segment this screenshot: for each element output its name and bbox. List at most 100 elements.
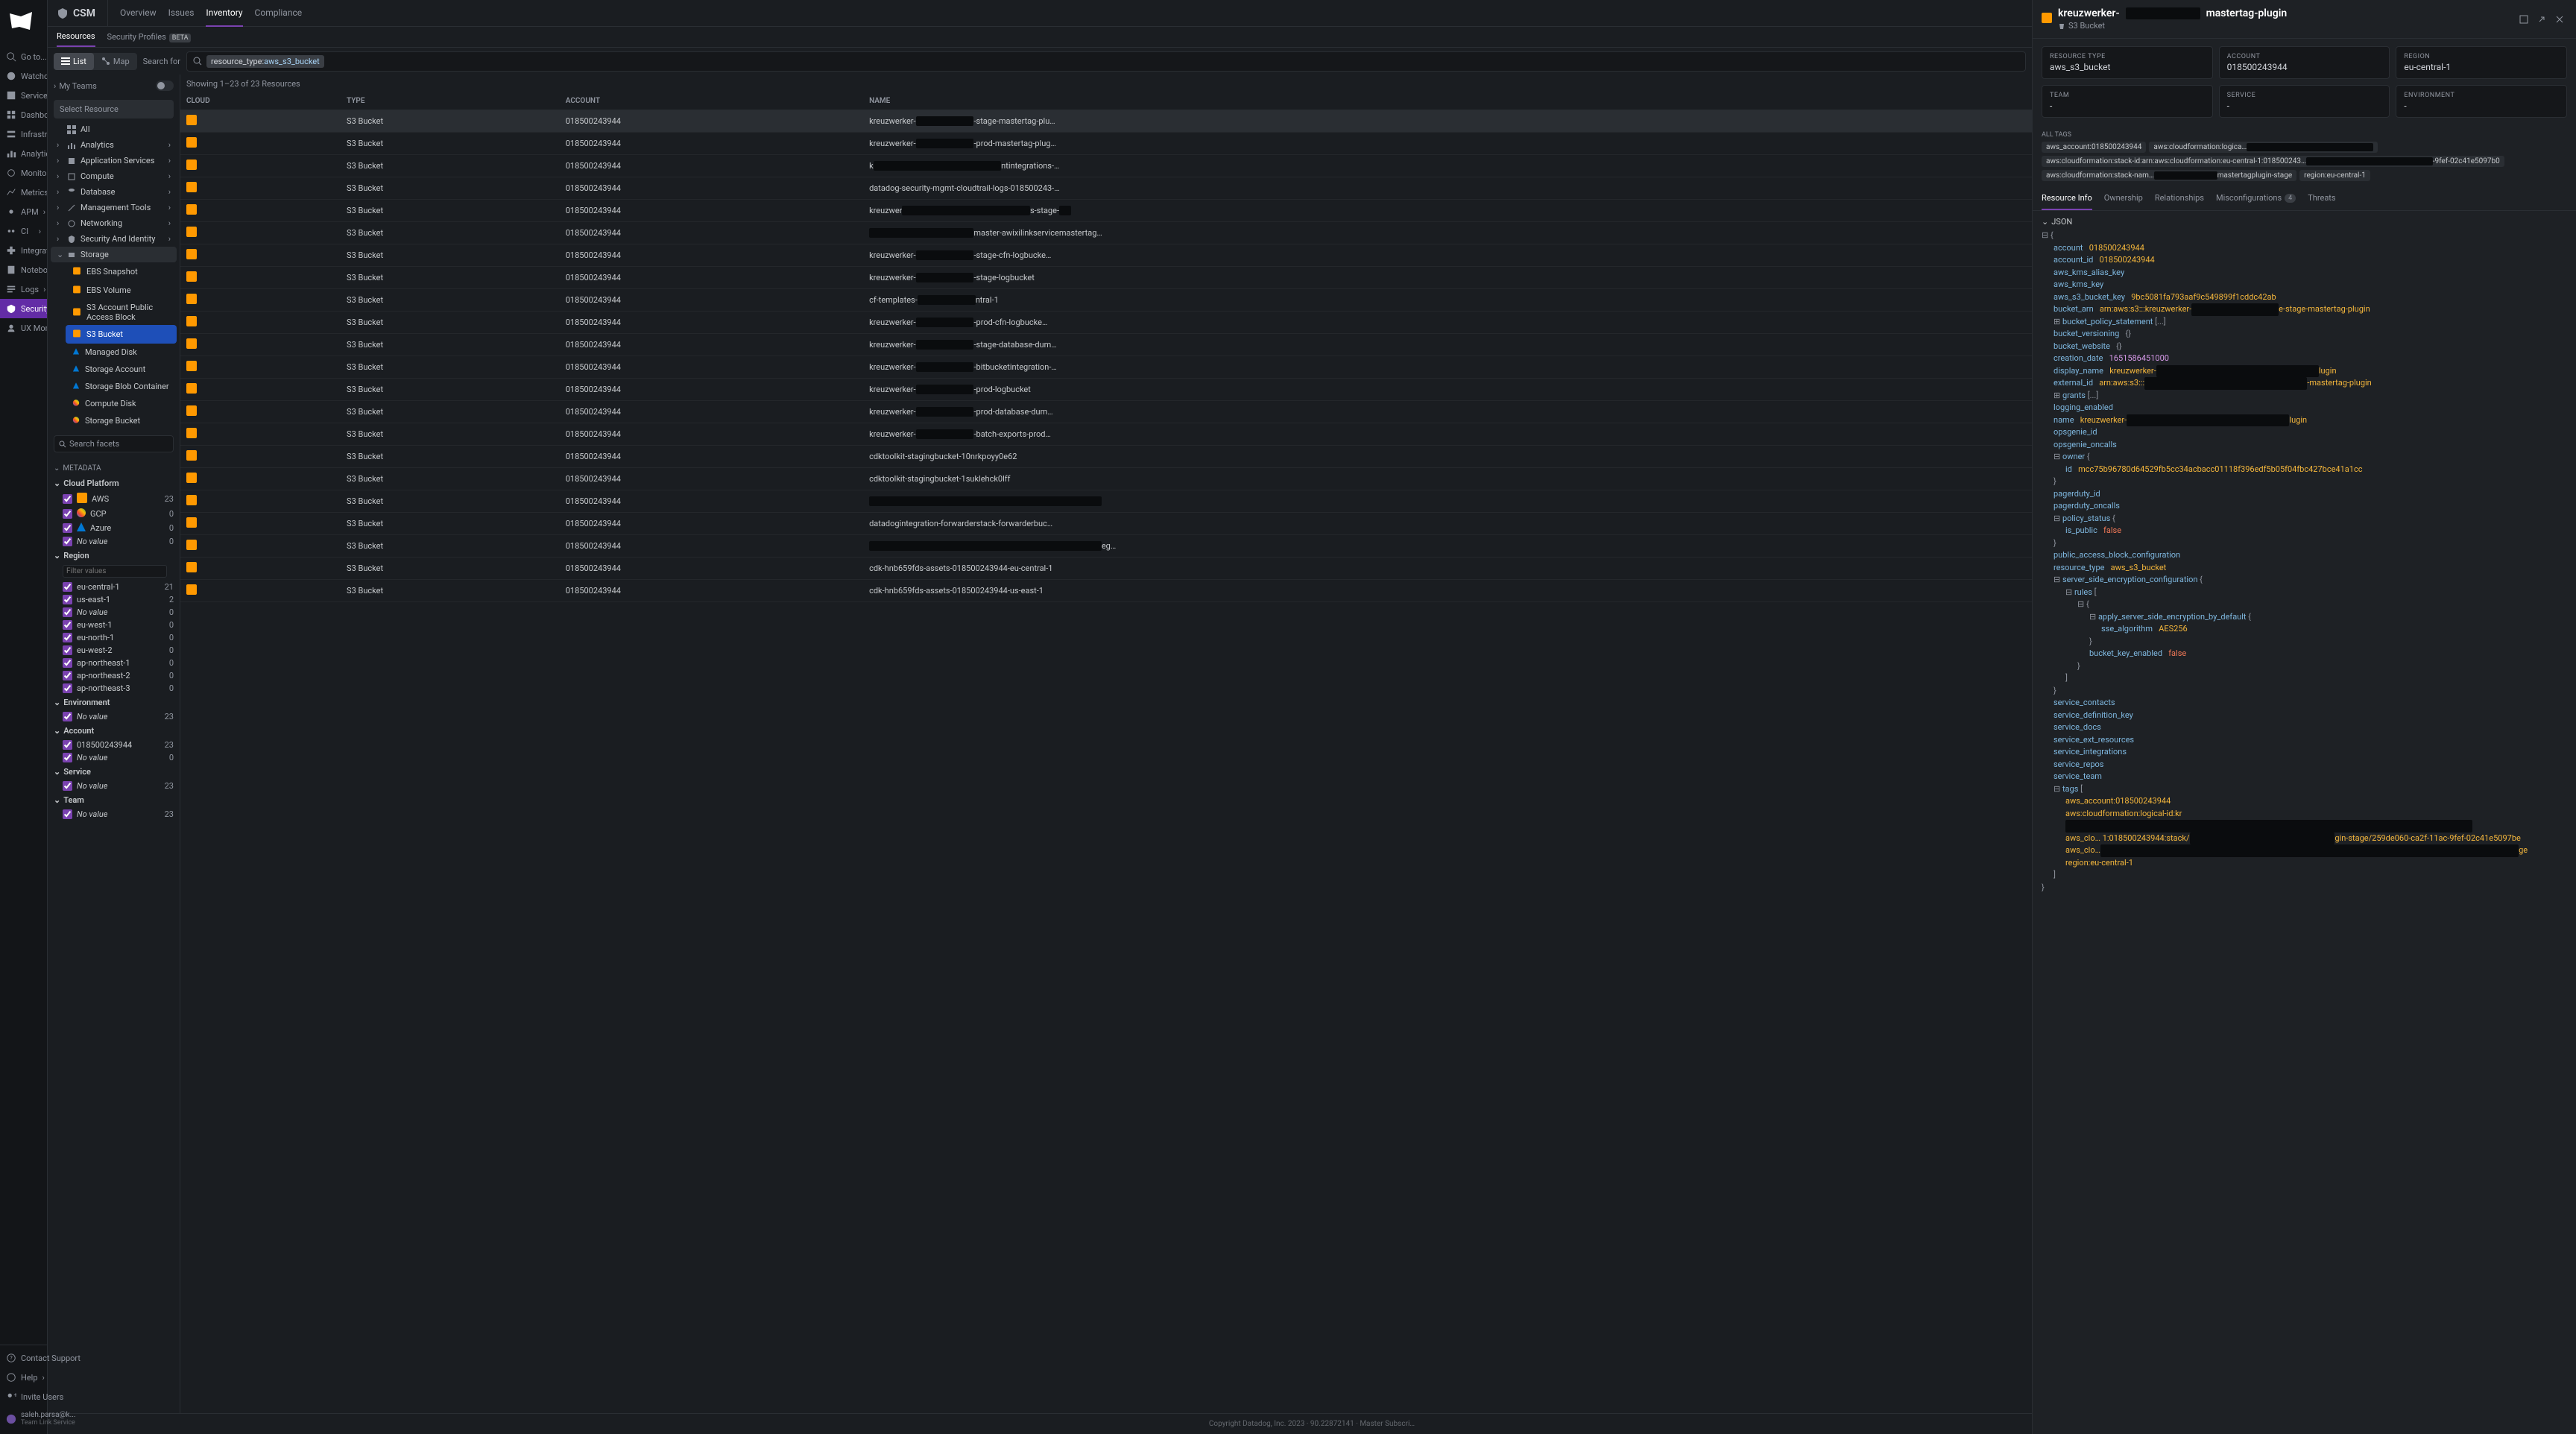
nav-ux-monitoring[interactable]: UX Monitoring› xyxy=(0,318,47,338)
facet-cloud-platform[interactable]: ⌄Cloud Platform xyxy=(54,476,174,491)
nav-dashboards[interactable]: Dashboards› xyxy=(0,105,47,124)
table-row[interactable]: S3 Bucket 018500243944 kreuzwerker-█████… xyxy=(180,334,2032,356)
col-name[interactable]: NAME xyxy=(863,92,2032,110)
facet-cloud-novalue[interactable]: No value0 xyxy=(54,535,174,548)
nav-service-mgmt[interactable]: Service Mgmt› xyxy=(0,86,47,105)
tree-mgmt-tools[interactable]: ›Management Tools› xyxy=(51,200,177,215)
facet-service-novalue[interactable]: No value23 xyxy=(54,780,174,792)
col-account[interactable]: ACCOUNT xyxy=(560,92,863,110)
facet-account[interactable]: ⌄Account xyxy=(54,723,174,739)
tree-s3-bucket[interactable]: S3 Bucket xyxy=(66,325,177,344)
tree-security-identity[interactable]: ›Security And Identity› xyxy=(51,231,177,247)
nav-logs[interactable]: Logs› xyxy=(0,279,47,299)
detail-tab-ownership[interactable]: Ownership xyxy=(2104,187,2143,210)
table-row[interactable]: S3 Bucket 018500243944 cdktoolkit-stagin… xyxy=(180,468,2032,490)
select-resource-dropdown[interactable]: Select Resource xyxy=(54,100,174,119)
nav-apm[interactable]: APM› xyxy=(0,202,47,221)
facet-env-novalue[interactable]: No value23 xyxy=(54,710,174,723)
tree-analytics[interactable]: ›Analytics› xyxy=(51,137,177,153)
table-row[interactable]: S3 Bucket 018500243944 kreuzwerker-█████… xyxy=(180,356,2032,379)
json-viewer[interactable]: ⌄JSON ⊟ { account 018500243944 account_i… xyxy=(2033,211,2576,1434)
facet-account-item[interactable]: 01850024394423 xyxy=(54,739,174,751)
nav-watchdog[interactable]: Watchdog xyxy=(0,66,47,86)
facet-team-novalue[interactable]: No value23 xyxy=(54,808,174,821)
tree-ebs-volume[interactable]: EBS Volume xyxy=(66,281,177,300)
search-input[interactable]: resource_type:aws_s3_bucket xyxy=(186,51,2026,72)
search-filter-chip[interactable]: resource_type:aws_s3_bucket xyxy=(206,55,324,68)
nav-analytics[interactable]: Analytics xyxy=(0,144,47,163)
facet-region-item[interactable]: eu-central-121 xyxy=(54,581,174,593)
tree-managed-disk[interactable]: Managed Disk xyxy=(66,344,177,361)
tree-app-services[interactable]: ›Application Services› xyxy=(51,153,177,168)
nav-metrics[interactable]: Metrics› xyxy=(0,183,47,202)
nav-monitors[interactable]: Monitors› xyxy=(0,163,47,183)
col-cloud[interactable]: CLOUD xyxy=(180,92,341,110)
tag-chip[interactable]: region:eu-central-1 xyxy=(2299,170,2370,181)
detail-tab-threats[interactable]: Threats xyxy=(2308,187,2335,210)
nav-user-profile[interactable]: saleh.parsa@k...Team Link Service xyxy=(0,1406,47,1431)
table-row[interactable]: S3 Bucket 018500243944 kreuzwerker-█████… xyxy=(180,133,2032,155)
resources-table-container[interactable]: CLOUD TYPE ACCOUNT NAME S3 Bucket 018500… xyxy=(180,92,2032,1413)
nav-notebooks[interactable]: Notebooks› xyxy=(0,260,47,279)
facet-gcp[interactable]: GCP0 xyxy=(54,507,174,521)
table-row[interactable]: S3 Bucket 018500243944 datadog-security-… xyxy=(180,177,2032,200)
facet-region[interactable]: ⌄Region xyxy=(54,548,174,563)
facet-environment[interactable]: ⌄Environment xyxy=(54,695,174,710)
tree-compute[interactable]: ›Compute› xyxy=(51,168,177,184)
tree-storage-bucket[interactable]: Storage Bucket xyxy=(66,412,177,429)
facet-search-input[interactable]: Search facets xyxy=(54,435,174,452)
json-header[interactable]: ⌄JSON xyxy=(2042,217,2567,227)
tree-database[interactable]: ›Database› xyxy=(51,184,177,200)
view-map-button[interactable]: Map xyxy=(94,53,137,70)
tab-inventory[interactable]: Inventory xyxy=(206,0,242,27)
table-row[interactable]: S3 Bucket 018500243944 datadogintegratio… xyxy=(180,513,2032,535)
nav-infrastructure[interactable]: Infrastructure› xyxy=(0,124,47,144)
tree-ebs-snapshot[interactable]: EBS Snapshot xyxy=(66,262,177,281)
nav-invite-users[interactable]: +Invite Users xyxy=(0,1387,47,1406)
facet-account-novalue[interactable]: No value0 xyxy=(54,751,174,764)
table-row[interactable]: S3 Bucket 018500243944 kreuzwerker-█████… xyxy=(180,312,2032,334)
open-external-button[interactable] xyxy=(2534,12,2549,27)
tree-compute-disk[interactable]: Compute Disk xyxy=(66,395,177,412)
table-row[interactable]: S3 Bucket 018500243944 █████████████████… xyxy=(180,490,2032,513)
footer-msa-link[interactable]: Master Subscri… xyxy=(1360,1420,1415,1428)
tree-s3-account-pab[interactable]: S3 Account Public Access Block xyxy=(66,300,177,325)
table-row[interactable]: S3 Bucket 018500243944 cdk-hnb659fds-ass… xyxy=(180,580,2032,602)
chevron-right-icon[interactable]: › xyxy=(54,81,56,91)
close-panel-button[interactable] xyxy=(2552,12,2567,27)
facet-region-item[interactable]: ap-northeast-30 xyxy=(54,682,174,695)
tag-chip[interactable]: aws:cloudformation:stack-nam…███████████… xyxy=(2042,170,2296,181)
table-row[interactable]: S3 Bucket 018500243944 kreuzwer█████████… xyxy=(180,200,2032,222)
table-row[interactable]: S3 Bucket 018500243944 █████████████████… xyxy=(180,222,2032,244)
facet-region-item[interactable]: ap-northeast-20 xyxy=(54,669,174,682)
table-row[interactable]: S3 Bucket 018500243944 cf-templates-████… xyxy=(180,289,2032,312)
table-row[interactable]: S3 Bucket 018500243944 cdk-hnb659fds-ass… xyxy=(180,558,2032,580)
facet-region-item[interactable]: eu-west-10 xyxy=(54,619,174,631)
table-row[interactable]: S3 Bucket 018500243944 cdktoolkit-stagin… xyxy=(180,446,2032,468)
table-row[interactable]: S3 Bucket 018500243944 kreuzwerker-█████… xyxy=(180,267,2032,289)
nav-goto[interactable]: Go to... xyxy=(0,47,47,66)
table-row[interactable]: S3 Bucket 018500243944 k████████████████… xyxy=(180,155,2032,177)
tab-compliance[interactable]: Compliance xyxy=(255,0,303,27)
detail-tab-relationships[interactable]: Relationships xyxy=(2155,187,2204,210)
tree-storage-account[interactable]: Storage Account xyxy=(66,361,177,378)
facet-service[interactable]: ⌄Service xyxy=(54,764,174,780)
facet-region-item[interactable]: eu-north-10 xyxy=(54,631,174,644)
tag-chip[interactable]: aws:cloudformation:stack-id:arn:aws:clou… xyxy=(2042,156,2504,167)
tab-issues[interactable]: Issues xyxy=(168,0,195,27)
tree-storage[interactable]: ⌄Storage xyxy=(51,247,177,262)
breadcrumb-my-teams[interactable]: My Teams xyxy=(59,81,97,91)
facet-team[interactable]: ⌄Team xyxy=(54,792,174,808)
detail-tab-misconfigurations[interactable]: Misconfigurations4 xyxy=(2216,187,2296,210)
tab-overview[interactable]: Overview xyxy=(120,0,157,27)
detail-tab-resource-info[interactable]: Resource Info xyxy=(2042,187,2092,210)
nav-integrations[interactable]: Integrations› xyxy=(0,241,47,260)
my-teams-toggle[interactable] xyxy=(156,80,174,91)
tag-chip[interactable]: aws:cloudformation:logica…██████████████… xyxy=(2149,142,2378,153)
table-row[interactable]: S3 Bucket 018500243944 █████████████████… xyxy=(180,535,2032,558)
facet-region-item[interactable]: eu-west-20 xyxy=(54,644,174,657)
nav-contact-support[interactable]: ?Contact Support xyxy=(0,1348,47,1368)
table-row[interactable]: S3 Bucket 018500243944 kreuzwerker-█████… xyxy=(180,244,2032,267)
region-filter-input[interactable] xyxy=(63,565,167,578)
view-list-button[interactable]: List xyxy=(54,53,94,70)
